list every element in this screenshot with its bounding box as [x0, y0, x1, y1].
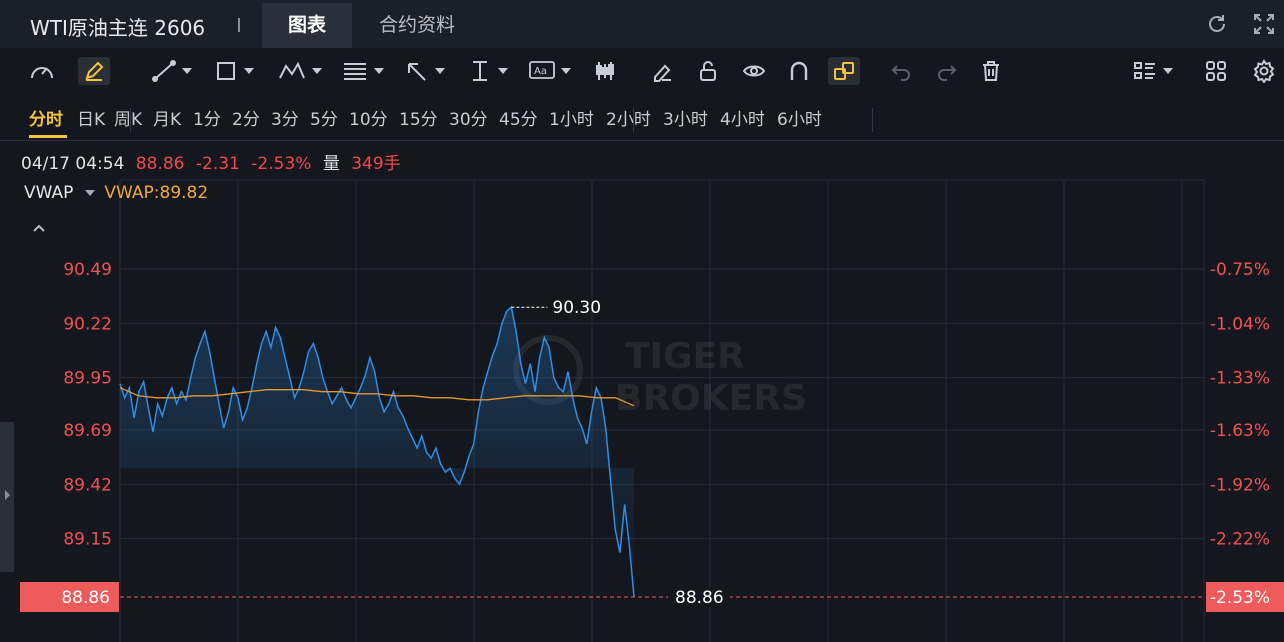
- svg-text:TIGER: TIGER: [625, 336, 745, 377]
- indicator-value: VWAP:89.82: [104, 183, 209, 203]
- quote-volume-label: 量: [322, 154, 340, 174]
- pct-tick-label: -2.22%: [1210, 530, 1270, 550]
- quote-price: 88.86: [135, 154, 185, 174]
- quote-line: 04/17 04:54 88.86 -2.31 -2.53% 量 349手: [21, 149, 407, 174]
- indicator-name[interactable]: VWAP: [24, 183, 73, 203]
- pct-tick-label: -1.63%: [1210, 421, 1270, 441]
- svg-text:BROKERS: BROKERS: [615, 378, 807, 419]
- pct-tick-label: -1.04%: [1210, 314, 1270, 334]
- y-tick-label: 89.95: [63, 369, 112, 389]
- last-price-mid-label: 88.86: [675, 588, 724, 608]
- y-tick-label: 90.49: [63, 260, 112, 280]
- quote-volume: 349手: [351, 154, 401, 174]
- side-panel-handle[interactable]: [0, 422, 14, 572]
- indicator-dropdown-icon[interactable]: [85, 190, 96, 196]
- pct-tick-label: -0.75%: [1210, 260, 1270, 280]
- high-label: 90.30: [552, 298, 601, 318]
- y-tick-label: 89.42: [63, 475, 112, 495]
- last-pct-badge-label: -2.53%: [1210, 588, 1270, 608]
- pct-axis: -0.75% -1.04% -1.33% -1.63% -1.92% -2.22%: [1210, 260, 1270, 550]
- y-axis: 90.49 90.22 89.95 89.69 89.42 89.15: [63, 260, 112, 550]
- pct-tick-label: -1.33%: [1210, 369, 1270, 389]
- pct-tick-label: -1.92%: [1210, 475, 1270, 495]
- last-price-badge-label: 88.86: [61, 588, 110, 608]
- price-chart[interactable]: TIGER BROKERS 90.30 88.86 90.49 90.22 89.9…: [0, 0, 1284, 642]
- collapse-chevron-icon[interactable]: [32, 218, 46, 237]
- quote-time: 04/17 04:54: [21, 154, 125, 174]
- indicator-legend: VWAP VWAP:89.82: [24, 183, 208, 203]
- quote-change: -2.31: [195, 154, 240, 174]
- y-tick-label: 89.15: [63, 530, 112, 550]
- quote-change-pct: -2.53%: [251, 154, 312, 174]
- y-tick-label: 90.22: [63, 314, 112, 334]
- high-marker: 90.30: [511, 298, 601, 318]
- y-tick-label: 89.69: [63, 421, 112, 441]
